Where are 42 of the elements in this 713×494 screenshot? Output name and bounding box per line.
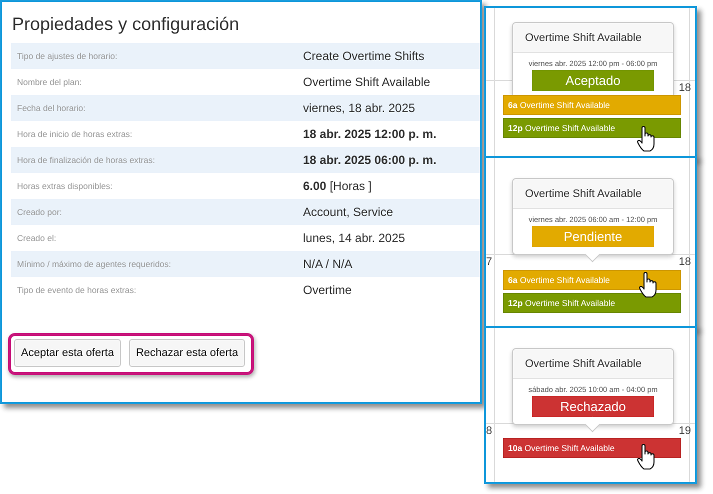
field-label: Hora de inicio de horas extras: xyxy=(16,129,134,139)
popup-title: Overtime Shift Available xyxy=(513,23,673,53)
calendar-event[interactable]: 12p Overtime Shift Available xyxy=(503,293,681,313)
status-label: Aceptado xyxy=(532,70,654,91)
day-number: 19 xyxy=(678,425,691,437)
field-value: 6.00 [Horas ] xyxy=(303,179,372,193)
field-label: Tipo de ajustes de horario: xyxy=(16,51,118,61)
hand-cursor-icon xyxy=(638,272,658,298)
field-label: Horas extras disponibles: xyxy=(16,181,114,191)
day-number: 18 xyxy=(678,256,691,268)
field-label: Nombre del plan: xyxy=(16,77,83,87)
field-value: 18 abr. 2025 06:00 p. m. xyxy=(303,153,436,167)
popup-title: Overtime Shift Available xyxy=(513,349,673,379)
field-value: Account, Service xyxy=(303,205,394,219)
calendar-event[interactable]: 12p Overtime Shift Available xyxy=(503,118,681,138)
field-label: Creado el: xyxy=(16,233,58,243)
field-value: Overtime Shift Available xyxy=(303,75,430,89)
offer-button[interactable]: Aceptar esta oferta xyxy=(14,339,121,367)
field-label: Hora de finalización de horas extras: xyxy=(16,155,156,165)
calendar-event[interactable]: 6a Overtime Shift Available xyxy=(503,270,681,290)
field-value: lunes, 14 abr. 2025 xyxy=(303,231,406,245)
day-number: 18 xyxy=(678,82,691,94)
hand-cursor-icon xyxy=(636,444,656,470)
field-label: Mínimo / máximo de agentes requeridos: xyxy=(16,259,172,269)
offer-button[interactable]: Rechazar esta oferta xyxy=(128,339,246,367)
popup-title: Overtime Shift Available xyxy=(513,179,673,209)
field-value: viernes, 18 abr. 2025 xyxy=(303,101,416,115)
field-value: N/A / N/A xyxy=(303,257,352,271)
calendar-event[interactable]: 6a Overtime Shift Available xyxy=(503,95,681,115)
field-label: Creado por: xyxy=(16,207,63,217)
field-value: Overtime xyxy=(303,283,352,297)
field-label: Tipo de evento de horas extras: xyxy=(16,285,138,295)
status-label: Pendiente xyxy=(532,226,654,247)
field-label: Fecha del horario: xyxy=(16,103,87,113)
field-value: 18 abr. 2025 12:00 p. m. xyxy=(303,127,436,141)
panel-title: Propiedades y configuración xyxy=(11,13,240,36)
field-value: Create Overtime Shifts xyxy=(303,49,424,63)
hand-cursor-icon xyxy=(636,126,656,152)
calendar-event[interactable]: 10a Overtime Shift Available xyxy=(503,438,681,458)
status-label: Rechazado xyxy=(532,396,654,417)
day-number: 8 xyxy=(486,425,492,437)
day-number: 7 xyxy=(486,256,492,268)
